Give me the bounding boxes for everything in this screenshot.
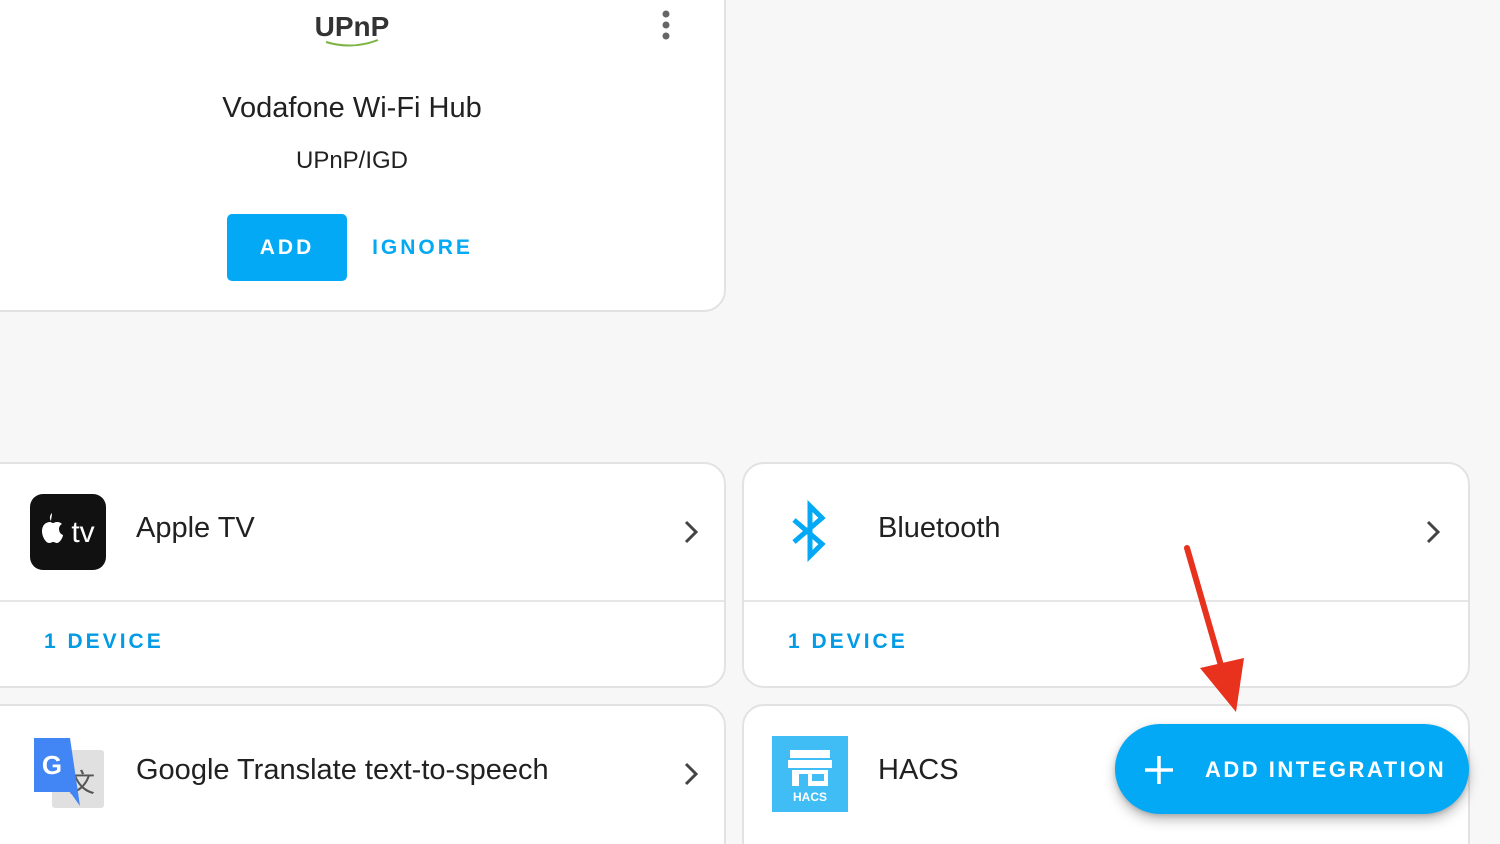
bluetooth-icon	[772, 494, 848, 570]
upnp-logo: UPnP	[0, 12, 724, 53]
integration-card-google-translate: 文 G Google Translate text-to-speech	[0, 704, 726, 844]
hacs-icon: HACS	[772, 736, 848, 812]
integration-name: Apple TV	[136, 512, 255, 544]
svg-text:tv: tv	[71, 516, 94, 549]
plus-icon	[1143, 754, 1175, 786]
ignore-button[interactable]: IGNORE	[360, 214, 485, 281]
more-vertical-icon[interactable]	[652, 8, 680, 44]
chevron-right-icon[interactable]	[677, 756, 705, 792]
svg-text:G: G	[42, 750, 62, 780]
apple-tv-icon: tv	[30, 494, 106, 570]
add-integration-button[interactable]: ADD INTEGRATION	[1115, 724, 1469, 814]
integration-header-google-translate[interactable]: 文 G Google Translate text-to-speech	[0, 706, 724, 842]
discovered-integration-type: UPnP/IGD	[295, 147, 409, 174]
google-translate-icon: 文 G	[30, 736, 106, 812]
integration-name: HACS	[878, 754, 959, 786]
add-integration-label: ADD INTEGRATION	[1205, 757, 1447, 782]
integration-name: Bluetooth	[878, 512, 1001, 544]
svg-text:UPnP: UPnP	[315, 12, 390, 42]
chevron-right-icon[interactable]	[677, 514, 705, 550]
devices-link[interactable]: 1 DEVICE	[788, 630, 908, 654]
chevron-right-icon[interactable]	[1419, 514, 1447, 550]
integration-card-bluetooth: Bluetooth 1 DEVICE	[742, 462, 1470, 688]
integration-name: Google Translate text-to-speech	[136, 754, 549, 786]
add-button[interactable]: ADD	[227, 214, 347, 281]
integration-card-apple-tv: tv Apple TV 1 DEVICE	[0, 462, 726, 688]
devices-link[interactable]: 1 DEVICE	[44, 630, 164, 654]
integration-header-bluetooth[interactable]: Bluetooth	[744, 464, 1468, 602]
svg-text:HACS: HACS	[793, 790, 827, 804]
integrations-page: UPnP Vodafone Wi-Fi Hub UPnP/IGD ADD IGN…	[0, 0, 1500, 844]
discovered-device-name: Vodafone Wi-Fi Hub	[222, 92, 482, 124]
discovered-integration-card: UPnP Vodafone Wi-Fi Hub UPnP/IGD ADD IGN…	[0, 0, 726, 312]
integration-header-apple-tv[interactable]: tv Apple TV	[0, 464, 724, 602]
